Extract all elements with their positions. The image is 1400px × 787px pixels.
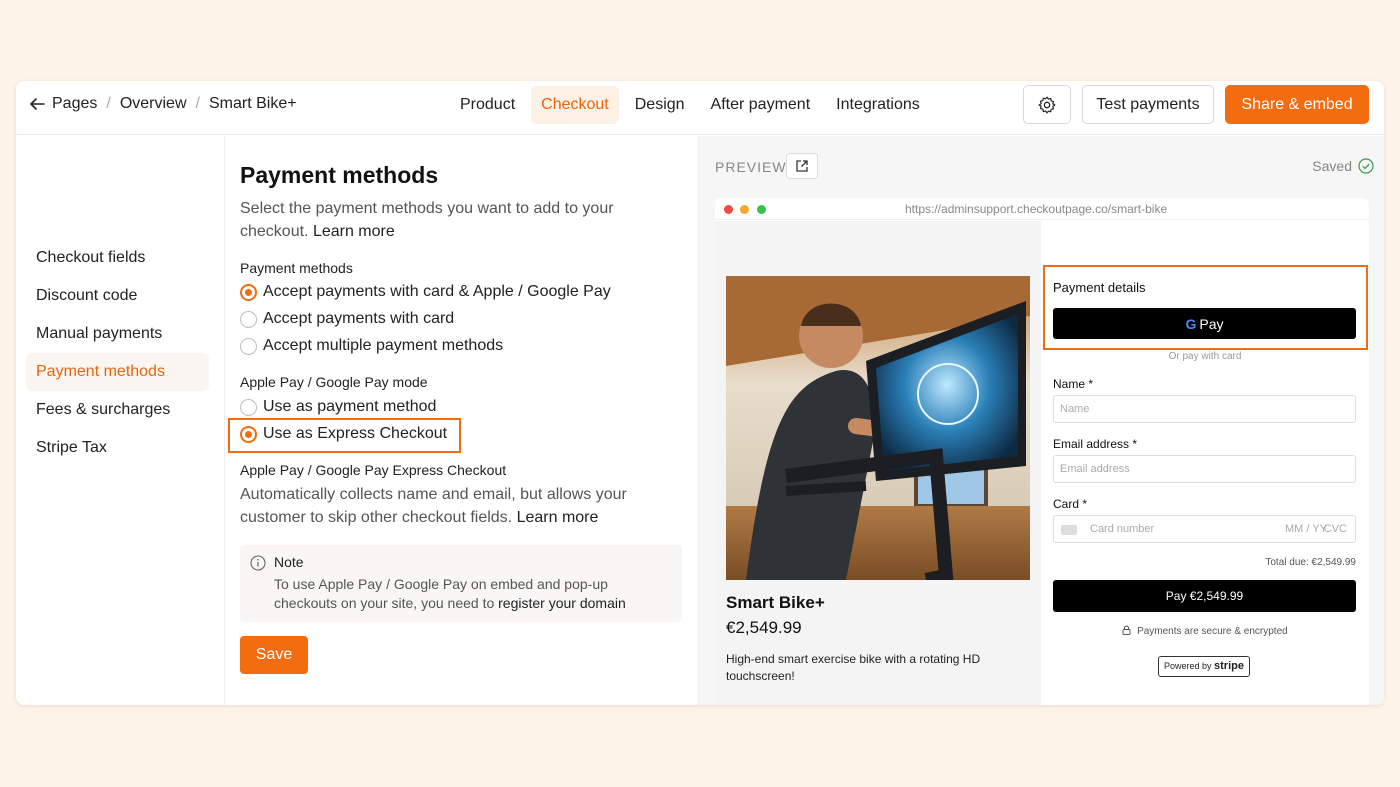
note-body: To use Apple Pay / Google Pay on embed a… xyxy=(274,576,626,611)
card-input[interactable]: Card number MM / YY CVC xyxy=(1053,515,1356,543)
google-pay-button[interactable]: G Pay xyxy=(1053,308,1356,339)
pay-button[interactable]: Pay €2,549.99 xyxy=(1053,580,1356,612)
mode-option-express-checkout[interactable]: Use as Express Checkout xyxy=(240,425,447,443)
breadcrumb: Pages / Overview / Smart Bike+ xyxy=(28,95,297,113)
note-box: Note To use Apple Pay / Google Pay on em… xyxy=(240,545,682,622)
methods-label: Payment methods xyxy=(240,260,353,276)
sidebar-item-fees-surcharges[interactable]: Fees & surcharges xyxy=(26,391,209,429)
radio-unselected[interactable] xyxy=(240,398,257,416)
sidebar-item-stripe-tax[interactable]: Stripe Tax xyxy=(26,429,209,467)
google-g-icon: G xyxy=(1185,315,1197,332)
settings-button[interactable] xyxy=(1023,85,1071,124)
mode-label: Apple Pay / Google Pay mode xyxy=(240,374,428,390)
express-label: Apple Pay / Google Pay Express Checkout xyxy=(240,462,507,478)
breadcrumb-separator: / xyxy=(195,95,200,112)
back-arrow-icon[interactable] xyxy=(28,95,46,113)
intro-learn-more-link[interactable]: Learn more xyxy=(313,223,395,240)
tab-checkout[interactable]: Checkout xyxy=(531,86,619,124)
breadcrumb-separator: / xyxy=(106,95,111,112)
gear-icon xyxy=(1038,96,1056,113)
sidebar-item-discount-code[interactable]: Discount code xyxy=(26,277,209,315)
preview-panel: PREVIEW Saved https://adminsupport.check… xyxy=(698,136,1384,705)
tab-design[interactable]: Design xyxy=(625,86,695,124)
browser-bar: https://adminsupport.checkoutpage.co/sma… xyxy=(715,198,1369,220)
register-domain-link[interactable]: register your domain xyxy=(498,595,626,611)
express-description: Automatically collects name and email, b… xyxy=(240,486,627,526)
radio-selected[interactable] xyxy=(240,283,257,301)
radio-unselected[interactable] xyxy=(240,337,257,355)
express-learn-more-link[interactable]: Learn more xyxy=(517,509,599,526)
test-payments-button[interactable]: Test payments xyxy=(1082,85,1214,124)
lock-icon xyxy=(1122,625,1131,635)
app-window: Pages / Overview / Smart Bike+ Product C… xyxy=(16,81,1384,705)
tab-product[interactable]: Product xyxy=(450,86,525,124)
method-option-multiple[interactable]: Accept multiple payment methods xyxy=(240,337,503,355)
email-input[interactable]: Email address xyxy=(1053,455,1356,483)
product-price: €2,549.99 xyxy=(726,618,802,637)
total-due: Total due: €2,549.99 xyxy=(1265,557,1356,568)
check-circle-icon xyxy=(1358,158,1374,174)
breadcrumb-overview[interactable]: Overview xyxy=(120,95,187,113)
info-icon xyxy=(250,555,266,571)
name-label: Name * xyxy=(1053,377,1094,391)
method-option-card-wallets[interactable]: Accept payments with card & Apple / Goog… xyxy=(240,283,611,301)
preview-label: PREVIEW xyxy=(715,159,787,175)
sidebar-item-manual-payments[interactable]: Manual payments xyxy=(26,315,209,353)
note-title: Note xyxy=(274,554,304,570)
save-button[interactable]: Save xyxy=(240,636,308,674)
window-close-dot xyxy=(724,205,733,214)
tab-integrations[interactable]: Integrations xyxy=(826,86,930,124)
open-preview-button[interactable] xyxy=(786,153,818,179)
sidebar-item-checkout-fields[interactable]: Checkout fields xyxy=(26,239,209,277)
sidebar-item-payment-methods[interactable]: Payment methods xyxy=(26,353,209,391)
saved-status: Saved xyxy=(1312,158,1374,174)
browser-url: https://adminsupport.checkoutpage.co/sma… xyxy=(905,202,1168,216)
breadcrumb-pages[interactable]: Pages xyxy=(52,95,97,113)
breadcrumb-current: Smart Bike+ xyxy=(208,95,297,112)
share-embed-button[interactable]: Share & embed xyxy=(1225,85,1369,124)
payment-methods-panel: Payment methods Select the payment metho… xyxy=(228,136,698,705)
top-bar: Pages / Overview / Smart Bike+ Product C… xyxy=(16,81,1384,135)
secure-notice: Payments are secure & encrypted xyxy=(1041,625,1369,637)
method-option-card[interactable]: Accept payments with card xyxy=(240,310,454,328)
product-description: High-end smart exercise bike with a rota… xyxy=(726,652,981,683)
page-title: Payment methods xyxy=(240,162,439,188)
card-label: Card * xyxy=(1053,497,1088,511)
external-link-icon xyxy=(796,160,808,172)
name-input[interactable]: Name xyxy=(1053,395,1356,423)
email-label: Email address * xyxy=(1053,437,1138,451)
card-icon xyxy=(1061,525,1077,535)
product-image xyxy=(726,276,1030,580)
window-maximize-dot xyxy=(757,205,766,214)
powered-by-stripe-badge[interactable]: Powered by stripe xyxy=(1158,656,1250,677)
radio-unselected[interactable] xyxy=(240,310,257,328)
payment-section: Payment details G Pay Or pay with card N… xyxy=(1041,221,1369,705)
payment-details-title: Payment details xyxy=(1053,280,1146,295)
product-name: Smart Bike+ xyxy=(726,593,825,612)
window-minimize-dot xyxy=(740,205,749,214)
product-section: Smart Bike+ €2,549.99 High-end smart exe… xyxy=(715,221,1041,705)
intro-text: Select the payment methods you want to a… xyxy=(240,200,614,240)
main-tabs: Product Checkout Design After payment In… xyxy=(450,86,936,124)
browser-mockup: https://adminsupport.checkoutpage.co/sma… xyxy=(715,198,1369,705)
tab-after-payment[interactable]: After payment xyxy=(701,86,821,124)
mode-option-payment-method[interactable]: Use as payment method xyxy=(240,398,436,416)
or-pay-with-card: Or pay with card xyxy=(1168,351,1242,362)
settings-sidebar: Checkout fields Discount code Manual pay… xyxy=(16,136,225,705)
radio-selected[interactable] xyxy=(240,425,257,443)
